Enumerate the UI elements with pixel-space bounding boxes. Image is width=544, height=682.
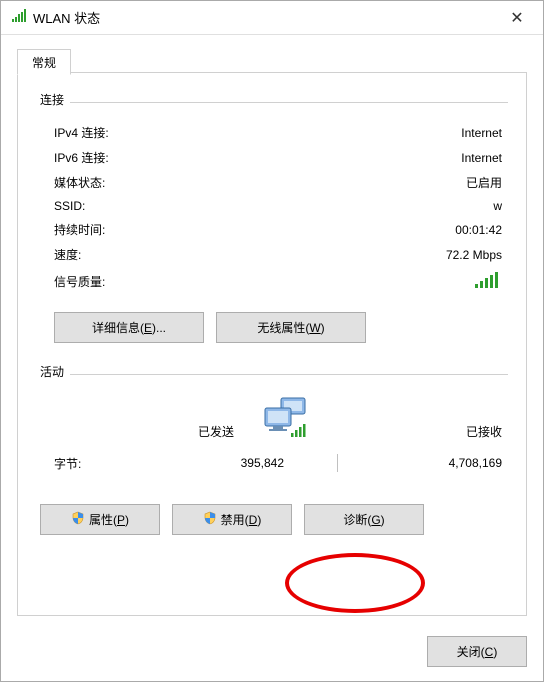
- window-close-button[interactable]: ✕: [497, 4, 537, 32]
- label-duration: 持续时间:: [54, 221, 234, 238]
- value-ipv6: Internet: [234, 151, 508, 165]
- activity-group-label: 活动: [40, 363, 64, 380]
- connection-group-header: 连接: [40, 91, 508, 110]
- label-ssid: SSID:: [54, 199, 234, 213]
- uac-shield-icon: [203, 511, 217, 528]
- value-speed: 72.2 Mbps: [234, 248, 508, 262]
- row-media: 媒体状态: 已启用: [40, 170, 508, 195]
- disable-button[interactable]: 禁用(D): [172, 504, 292, 535]
- row-duration: 持续时间: 00:01:42: [40, 217, 508, 242]
- details-button[interactable]: 详细信息(E)...: [54, 312, 204, 343]
- activity-columns: 已发送: [40, 392, 508, 444]
- row-speed: 速度: 72.2 Mbps: [40, 242, 508, 267]
- value-duration: 00:01:42: [234, 223, 508, 237]
- tab-body-general: 连接 IPv4 连接: Internet IPv6 连接: Internet 媒…: [17, 72, 527, 616]
- divider: [337, 454, 338, 472]
- dialog-footer: 关闭(C): [1, 626, 543, 681]
- tab-strip: 常规: [17, 49, 527, 73]
- value-ssid: w: [234, 199, 508, 213]
- diagnose-button[interactable]: 诊断(G): [304, 504, 424, 535]
- close-icon: ✕: [510, 8, 523, 28]
- activity-group-header: 活动: [40, 363, 508, 382]
- close-button[interactable]: 关闭(C): [427, 636, 527, 667]
- disable-button-label: 禁用(D): [221, 511, 262, 528]
- wireless-properties-button[interactable]: 无线属性(W): [216, 312, 366, 343]
- label-media: 媒体状态:: [54, 174, 234, 191]
- wifi-signal-icon: [474, 271, 500, 292]
- value-bytes-recv: 4,708,169: [372, 456, 508, 470]
- value-bytes-sent: 395,842: [154, 456, 302, 470]
- label-ipv6: IPv6 连接:: [54, 149, 234, 166]
- row-ssid: SSID: w: [40, 195, 508, 217]
- wlan-status-dialog: WLAN 状态 ✕ 常规 连接 IPv4 连接: Internet IPv6 连…: [0, 0, 544, 682]
- divider: [70, 374, 508, 375]
- label-signal: 信号质量:: [54, 273, 234, 290]
- properties-button[interactable]: 属性(P): [40, 504, 160, 535]
- divider: [70, 102, 508, 103]
- uac-shield-icon: [71, 511, 85, 528]
- properties-button-label: 属性(P): [89, 511, 129, 528]
- value-media: 已启用: [234, 174, 508, 191]
- wifi-signal-icon: [11, 8, 27, 27]
- window-title: WLAN 状态: [33, 8, 497, 27]
- network-computers-icon: [252, 396, 322, 440]
- activity-sent-label: 已发送: [54, 423, 252, 440]
- value-ipv4: Internet: [234, 126, 508, 140]
- details-button-label: 详细信息(E)...: [92, 321, 166, 335]
- tab-general[interactable]: 常规: [17, 49, 71, 75]
- row-ipv6: IPv6 连接: Internet: [40, 145, 508, 170]
- diagnose-button-label: 诊断(G): [343, 511, 384, 528]
- dialog-content: 常规 连接 IPv4 连接: Internet IPv6 连接: Interne…: [1, 35, 543, 626]
- activity-recv-label: 已接收: [322, 423, 508, 440]
- row-ipv4: IPv4 连接: Internet: [40, 120, 508, 145]
- label-speed: 速度:: [54, 246, 234, 263]
- wireless-properties-button-label: 无线属性(W): [257, 321, 324, 335]
- row-bytes: 字节: 395,842 4,708,169: [40, 444, 508, 476]
- titlebar: WLAN 状态 ✕: [1, 1, 543, 35]
- label-bytes: 字节:: [54, 455, 154, 472]
- row-signal: 信号质量:: [40, 267, 508, 296]
- connection-group-label: 连接: [40, 91, 64, 108]
- label-ipv4: IPv4 连接:: [54, 124, 234, 141]
- close-button-label: 关闭(C): [457, 645, 498, 659]
